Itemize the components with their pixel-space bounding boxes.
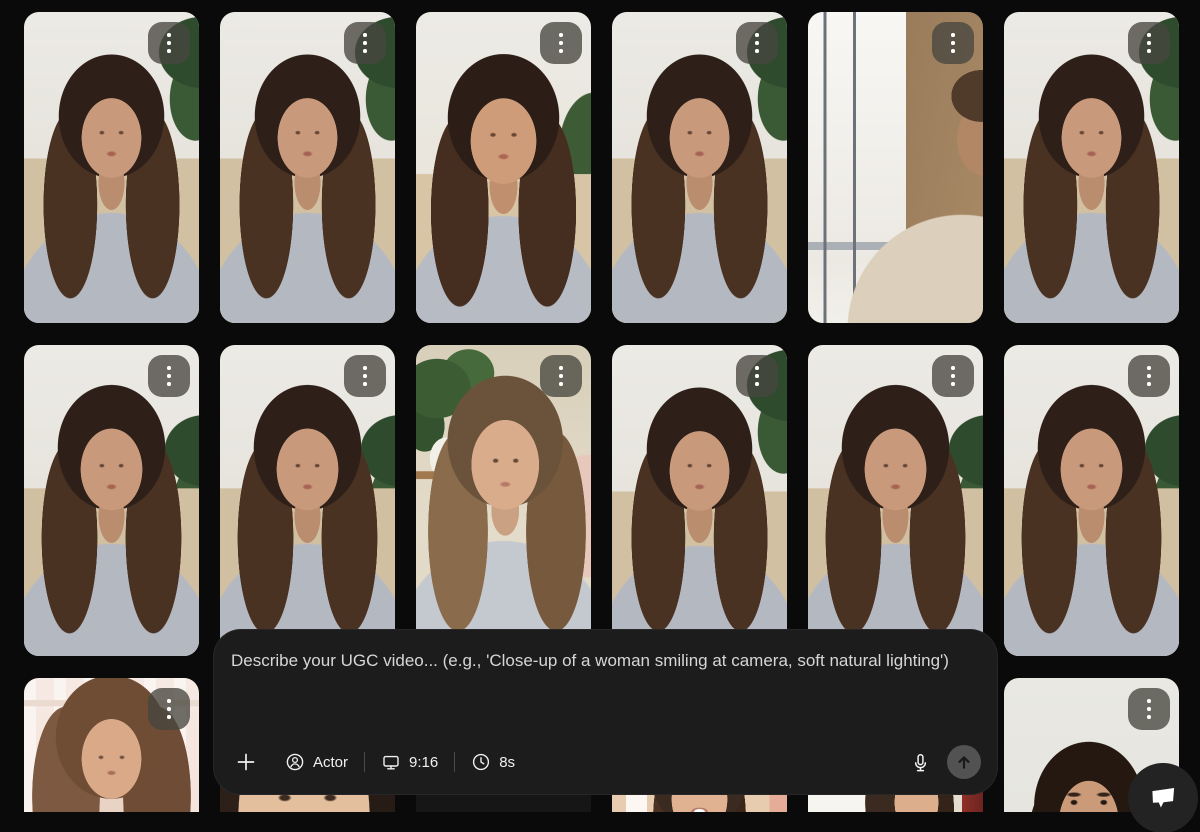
card-menu-button[interactable] [736,355,778,397]
video-card[interactable] [1004,12,1179,323]
monitor-icon [381,752,401,772]
kebab-menu-icon [951,374,955,378]
person-circle-icon [285,752,305,772]
kebab-menu-icon [559,374,563,378]
card-menu-button[interactable] [1128,688,1170,730]
divider [454,752,455,772]
kebab-menu-icon [755,41,759,45]
video-card[interactable] [808,345,983,656]
aspect-ratio-label: 9:16 [409,754,438,771]
card-menu-button[interactable] [932,22,974,64]
plus-icon [235,751,257,773]
app-root: Describe your UGC video... (e.g., 'Close… [0,0,1200,832]
video-card[interactable] [612,345,787,656]
prompt-input[interactable]: Describe your UGC video... (e.g., 'Close… [231,647,976,674]
video-card[interactable] [1004,345,1179,656]
kebab-menu-icon [167,707,171,711]
arrow-up-icon [955,753,973,771]
video-card[interactable] [24,12,199,323]
card-menu-button[interactable] [540,22,582,64]
kebab-menu-icon [1147,374,1151,378]
video-card[interactable] [220,345,395,656]
chat-bubble-icon [1145,780,1181,816]
chat-widget-button[interactable] [1128,763,1198,832]
card-menu-button[interactable] [1128,22,1170,64]
kebab-menu-icon [363,41,367,45]
actor-label: Actor [313,754,348,771]
card-menu-button[interactable] [148,688,190,730]
video-card[interactable] [808,12,983,323]
microphone-icon [910,752,931,773]
video-card[interactable] [416,12,591,323]
clock-icon [471,752,491,772]
video-card[interactable] [416,345,591,656]
prompt-box: Describe your UGC video... (e.g., 'Close… [213,629,998,795]
kebab-menu-icon [363,374,367,378]
kebab-menu-icon [1147,41,1151,45]
video-card[interactable] [220,12,395,323]
card-menu-button[interactable] [736,22,778,64]
video-card[interactable] [24,345,199,656]
card-menu-button[interactable] [344,355,386,397]
aspect-ratio-select[interactable]: 9:16 [377,752,442,772]
kebab-menu-icon [167,41,171,45]
kebab-menu-icon [755,374,759,378]
add-button[interactable] [235,751,257,773]
mic-button[interactable] [910,752,931,773]
submit-button[interactable] [947,745,981,779]
divider [364,752,365,772]
video-card[interactable] [24,678,199,812]
kebab-menu-icon [559,41,563,45]
card-menu-button[interactable] [148,22,190,64]
prompt-controls: Actor 9:16 8s [235,745,981,779]
video-card[interactable] [612,12,787,323]
duration-select[interactable]: 8s [467,752,519,772]
actor-select[interactable]: Actor [281,752,352,772]
card-menu-button[interactable] [148,355,190,397]
kebab-menu-icon [951,41,955,45]
kebab-menu-icon [1147,707,1151,711]
card-menu-button[interactable] [344,22,386,64]
card-menu-button[interactable] [540,355,582,397]
card-menu-button[interactable] [932,355,974,397]
kebab-menu-icon [167,374,171,378]
card-menu-button[interactable] [1128,355,1170,397]
duration-label: 8s [499,754,515,771]
